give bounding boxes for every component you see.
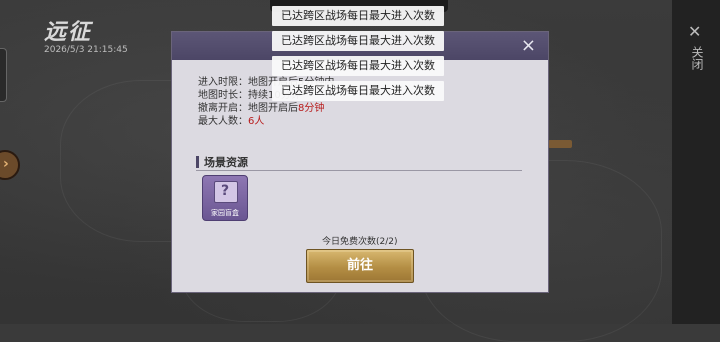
toast-message: 已达跨区战场每日最大进入次数 xyxy=(272,81,444,101)
info-label: 最大人数： xyxy=(198,116,248,127)
info-row-evacuation: 撤离开启：地图开启后8分钟 xyxy=(198,102,334,115)
resource-item-name: 家园盲盒 xyxy=(211,209,239,217)
section-accent-bar xyxy=(196,156,199,168)
info-label: 地图时长： xyxy=(198,90,248,101)
timestamp: 2026/5/3 21:15:45 xyxy=(44,45,128,55)
toast-message: 已达跨区战场每日最大进入次数 xyxy=(272,31,444,51)
toast-message: 已达跨区战场每日最大进入次数 xyxy=(272,6,444,26)
info-row-max-players: 最大人数：6人 xyxy=(198,115,334,128)
section-title: 场景资源 xyxy=(204,156,248,169)
page-title: 远征 xyxy=(44,20,93,45)
free-attempts-text: 今日免费次数(2/2) xyxy=(322,237,398,247)
resource-item-home-blind-box[interactable]: ? 家园盲盒 xyxy=(202,175,248,221)
mystery-box-icon: ? xyxy=(214,181,238,203)
dialog-close-button[interactable]: × xyxy=(521,35,536,57)
scene-resources-section: 场景资源 xyxy=(196,154,522,171)
close-icon[interactable]: ✕ xyxy=(688,22,701,41)
info-value: 地图开启后 xyxy=(248,103,298,114)
toast-message: 已达跨区战场每日最大进入次数 xyxy=(272,56,444,76)
map-marker xyxy=(548,140,572,148)
close-panel-label[interactable]: 关闭 xyxy=(690,46,704,70)
info-value-highlight: 6人 xyxy=(248,116,265,127)
left-side-tab[interactable] xyxy=(0,48,7,102)
go-button[interactable]: 前往 xyxy=(306,249,414,283)
info-label: 进入时限： xyxy=(198,77,248,88)
info-label: 撤离开启： xyxy=(198,103,248,114)
chevron-right-icon: › xyxy=(3,156,9,172)
info-value-highlight: 8分钟 xyxy=(298,103,325,114)
